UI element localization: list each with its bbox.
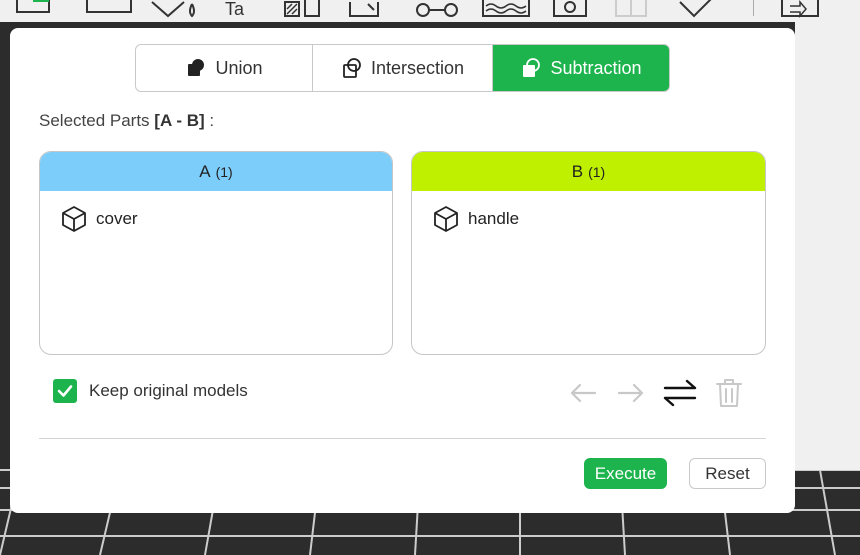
- group-b-header: B (1): [412, 152, 765, 191]
- top-toolbar: Ta: [0, 0, 860, 22]
- keep-original-label: Keep original models: [89, 381, 248, 400]
- reset-button[interactable]: Reset: [689, 458, 766, 489]
- tab-subtraction[interactable]: Subtraction: [493, 45, 669, 91]
- paint-icon[interactable]: [150, 0, 205, 20]
- list-item[interactable]: cover: [40, 191, 392, 233]
- swap-icon[interactable]: [663, 377, 697, 409]
- measure-icon[interactable]: [550, 0, 595, 20]
- selected-parts-expression: [A - B]: [154, 111, 205, 130]
- export-icon[interactable]: [780, 0, 825, 20]
- tag-icon[interactable]: [678, 0, 718, 18]
- sidebar-background: [795, 0, 860, 470]
- cube-icon: [60, 205, 88, 233]
- list-item[interactable]: handle: [412, 191, 765, 233]
- operation-mode-selector: Union Intersection Subtraction: [135, 44, 670, 92]
- support-icon[interactable]: [283, 0, 323, 18]
- selected-parts-prefix: Selected Parts: [39, 111, 150, 130]
- arrow-right-icon[interactable]: [615, 377, 647, 409]
- tab-union[interactable]: Union: [136, 45, 313, 91]
- group-a-list[interactable]: A (1) cover: [39, 151, 393, 355]
- tab-intersection-label: Intersection: [370, 57, 465, 78]
- group-b-title: B: [571, 161, 584, 181]
- tools-icon[interactable]: [415, 0, 465, 18]
- tab-subtraction-label: Subtraction: [550, 57, 642, 78]
- group-b-count: (1): [588, 163, 606, 180]
- tab-intersection[interactable]: Intersection: [313, 45, 493, 91]
- selected-parts-label: Selected Parts [A - B] :: [39, 111, 214, 131]
- subtraction-icon: [520, 57, 542, 79]
- plate-icon[interactable]: [85, 0, 135, 16]
- union-icon: [185, 57, 207, 79]
- tab-union-label: Union: [215, 57, 263, 78]
- checkmark-icon: [57, 385, 73, 397]
- arrow-left-icon[interactable]: [567, 377, 599, 409]
- layers-icon[interactable]: [482, 0, 532, 20]
- toolbar-divider: [753, 0, 754, 16]
- boolean-operations-panel: Union Intersection Subtraction Selected …: [10, 28, 795, 513]
- keep-original-option[interactable]: Keep original models: [53, 379, 248, 403]
- execute-button[interactable]: Execute: [584, 458, 667, 489]
- panel-divider: [39, 438, 766, 439]
- keep-original-checkbox[interactable]: [53, 379, 77, 403]
- group-a-title: A: [199, 161, 211, 181]
- intersection-icon: [341, 57, 363, 79]
- svg-text:Ta: Ta: [225, 0, 245, 18]
- group-a-header: A (1): [40, 152, 392, 191]
- group-b-list[interactable]: B (1) handle: [411, 151, 766, 355]
- cut-icon[interactable]: [348, 0, 393, 18]
- group-a-count: (1): [215, 163, 233, 180]
- list-item-label: handle: [468, 209, 520, 228]
- cube-icon: [432, 205, 460, 233]
- text-icon[interactable]: Ta: [225, 0, 265, 18]
- trash-icon[interactable]: [714, 377, 744, 409]
- list-item-label: cover: [96, 209, 138, 228]
- add-object-icon[interactable]: [15, 0, 65, 16]
- selected-parts-suffix: :: [209, 111, 215, 130]
- boolean-icon[interactable]: [614, 0, 659, 20]
